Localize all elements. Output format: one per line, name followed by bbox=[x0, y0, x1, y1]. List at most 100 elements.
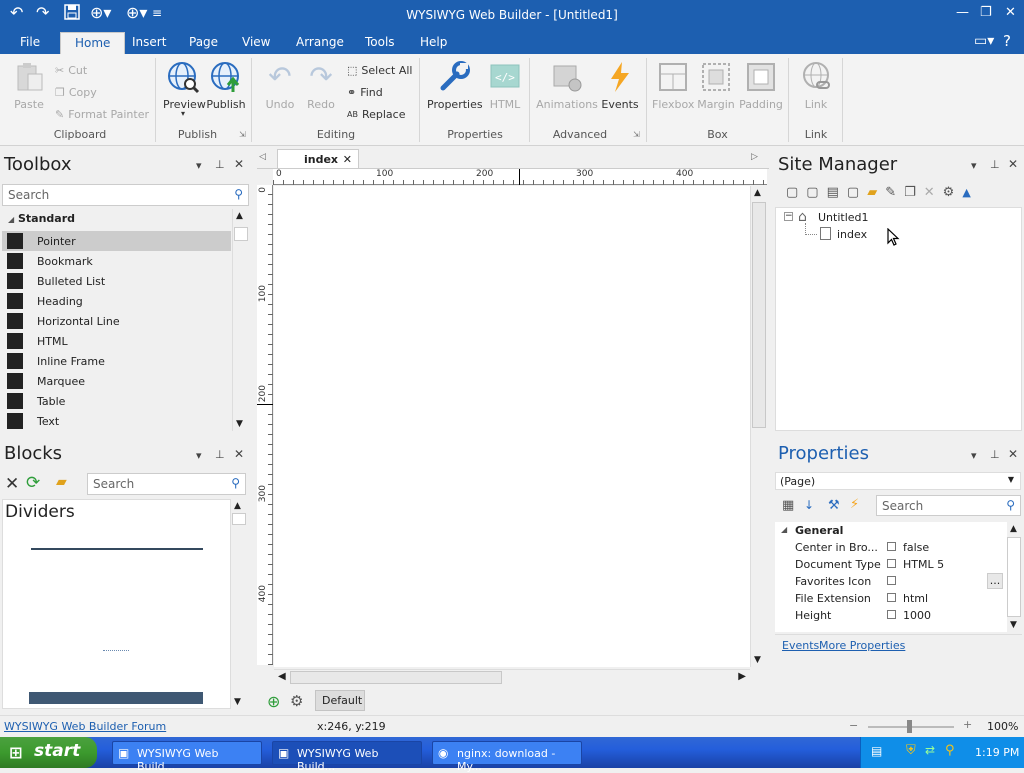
tab-home[interactable]: Home bbox=[60, 32, 126, 54]
delete-page-icon[interactable]: ✕ bbox=[924, 185, 943, 200]
paste-button[interactable]: Paste bbox=[10, 60, 48, 111]
layer-tab-default[interactable]: Default bbox=[315, 690, 365, 711]
scroll-down-icon[interactable]: ▼ bbox=[236, 419, 243, 429]
close-panel-icon[interactable]: ✕ bbox=[1008, 157, 1018, 171]
property-reset-checkbox[interactable] bbox=[887, 593, 896, 602]
network-icon[interactable]: ⇄ bbox=[925, 743, 935, 757]
tree-root[interactable]: Untitled1 bbox=[818, 211, 869, 224]
layer-settings-icon[interactable]: ⚙ bbox=[290, 692, 303, 710]
scroll-down-icon[interactable]: ▼ bbox=[1010, 620, 1017, 630]
property-row[interactable]: Document Type HTML 5 bbox=[795, 556, 1006, 573]
property-row[interactable]: Favorites Icon... bbox=[795, 573, 1006, 590]
scroll-right-icon[interactable]: ▶ bbox=[738, 671, 746, 682]
toolbox-scrollbar[interactable]: ▲ ▼ bbox=[232, 209, 249, 431]
add-layer-icon[interactable]: ⊕ bbox=[267, 692, 280, 711]
toolbox-item[interactable]: Bookmark bbox=[2, 251, 231, 271]
property-reset-checkbox[interactable] bbox=[887, 610, 896, 619]
tab-tools[interactable]: Tools bbox=[365, 35, 395, 49]
flexbox-button[interactable]: Flexbox bbox=[652, 60, 694, 111]
refresh-icon[interactable]: ⟳ bbox=[26, 473, 40, 493]
scroll-up-icon[interactable]: ▲ bbox=[234, 501, 241, 511]
scroll-down-icon[interactable]: ▼ bbox=[234, 697, 241, 707]
divider-block-3[interactable] bbox=[29, 692, 203, 704]
divider-block-2[interactable] bbox=[103, 650, 129, 652]
property-value[interactable]: HTML 5 bbox=[903, 558, 944, 571]
property-reset-checkbox[interactable] bbox=[887, 542, 896, 551]
categorized-icon[interactable]: ▦ bbox=[782, 498, 794, 513]
pin-icon[interactable]: ⊥ bbox=[215, 158, 225, 171]
tab-view[interactable]: View bbox=[242, 35, 270, 49]
property-row[interactable]: Center in Bro... false bbox=[795, 539, 1006, 556]
scroll-up-icon[interactable]: ▲ bbox=[754, 188, 761, 198]
object-selector[interactable]: (Page) ▼ bbox=[775, 472, 1021, 490]
close-panel-icon[interactable]: ✕ bbox=[234, 157, 244, 171]
padding-button[interactable]: Padding bbox=[739, 60, 783, 111]
toolbox-item[interactable]: Pointer bbox=[2, 231, 231, 251]
minimize-icon[interactable]: — bbox=[956, 5, 969, 20]
divider-block-1[interactable] bbox=[31, 548, 203, 550]
rename-icon[interactable]: ✎ bbox=[885, 185, 904, 200]
tab-scroll-right-icon[interactable]: ▷ bbox=[751, 152, 758, 162]
new-page-template-icon[interactable]: ▢ bbox=[806, 185, 826, 200]
events-button[interactable]: Events bbox=[601, 60, 639, 111]
close-panel-icon[interactable]: ✕ bbox=[1008, 447, 1018, 461]
toolbox-item[interactable]: Inline Frame bbox=[2, 351, 231, 371]
pin-icon[interactable]: ⊥ bbox=[990, 448, 1000, 461]
search-icon[interactable]: ⚲ bbox=[231, 476, 240, 490]
zoom-out-icon[interactable]: − bbox=[849, 719, 858, 732]
property-row[interactable]: File Extension html bbox=[795, 590, 1006, 607]
scroll-thumb[interactable] bbox=[752, 202, 766, 428]
property-reset-checkbox[interactable] bbox=[887, 559, 896, 568]
task-wysiwyg-2[interactable]: ▣ WYSIWYG Web Build... bbox=[272, 741, 422, 773]
pin-icon[interactable]: ⊥ bbox=[990, 158, 1000, 171]
tree-collapse-icon[interactable]: − bbox=[784, 212, 793, 221]
properties-scrollbar[interactable]: ▲ ▼ bbox=[1007, 522, 1022, 632]
tab-help[interactable]: Help bbox=[420, 35, 447, 49]
start-button[interactable]: ⊞ start bbox=[0, 737, 97, 768]
toolbox-item[interactable]: Bulleted List bbox=[2, 271, 231, 291]
more-properties-link[interactable]: More Properties bbox=[819, 639, 905, 652]
copy-button[interactable]: ❐ Copy bbox=[55, 83, 97, 101]
tab-page[interactable]: Page bbox=[189, 35, 218, 49]
toolbox-item[interactable]: HTML bbox=[2, 331, 231, 351]
scroll-down-icon[interactable]: ▼ bbox=[754, 655, 761, 665]
undo-button[interactable]: ↶ Undo bbox=[262, 60, 298, 111]
properties-button[interactable]: Properties bbox=[427, 60, 483, 111]
new-page-icon[interactable]: ▢ bbox=[786, 185, 806, 200]
document-tab-index[interactable]: index ✕ bbox=[277, 149, 359, 168]
tab-arrange[interactable]: Arrange bbox=[296, 35, 344, 49]
wrench-icon[interactable]: ⚒ bbox=[828, 498, 840, 513]
scroll-up-icon[interactable]: ▲ bbox=[1010, 524, 1017, 534]
toolbox-item[interactable]: Marquee bbox=[2, 371, 231, 391]
scroll-up-icon[interactable]: ▲ bbox=[236, 211, 243, 221]
dialog-launcher-icon[interactable]: ⇲ bbox=[239, 130, 246, 139]
panel-menu-icon[interactable]: ▾ bbox=[196, 449, 202, 462]
replace-button[interactable]: AB Replace bbox=[347, 105, 405, 123]
scroll-thumb[interactable] bbox=[232, 513, 246, 525]
panel-menu-icon[interactable]: ▾ bbox=[971, 159, 977, 172]
folder-icon[interactable]: ▰ bbox=[56, 474, 67, 490]
find-button[interactable]: ⚭ Find bbox=[347, 83, 383, 101]
task-wysiwyg-1[interactable]: ▣ WYSIWYG Web Build... bbox=[112, 741, 262, 773]
move-up-icon[interactable]: ▲ bbox=[962, 186, 978, 199]
restore-icon[interactable]: ❐ bbox=[980, 5, 992, 20]
property-row[interactable]: Height 1000 bbox=[795, 607, 1006, 624]
events-link[interactable]: Events bbox=[782, 639, 819, 652]
new-folder-icon[interactable]: ▰ bbox=[867, 185, 885, 200]
panel-menu-icon[interactable]: ▾ bbox=[196, 159, 202, 172]
forum-link[interactable]: WYSIWYG Web Builder Forum bbox=[4, 720, 166, 733]
preview-button[interactable]: Preview ▾ bbox=[163, 60, 206, 118]
menu-file[interactable]: File bbox=[20, 35, 40, 49]
duplicate-page-icon[interactable]: ▤ bbox=[827, 185, 847, 200]
events-lightning-icon[interactable]: ⚡ bbox=[850, 497, 859, 512]
editor-horizontal-scrollbar[interactable]: ◀ ▶ bbox=[274, 669, 750, 685]
keyboard-icon[interactable]: ▤ bbox=[871, 744, 882, 758]
animations-button[interactable]: Animations bbox=[536, 60, 598, 111]
sort-az-icon[interactable]: ↓ bbox=[804, 498, 814, 512]
tab-scroll-left-icon[interactable]: ◁ bbox=[259, 152, 266, 162]
tree-page-index[interactable]: index bbox=[837, 228, 867, 241]
dialog-launcher-icon[interactable]: ⇲ bbox=[633, 130, 640, 139]
property-value[interactable]: 1000 bbox=[903, 609, 931, 622]
properties-search-input[interactable]: Search ⚲ bbox=[876, 495, 1021, 516]
task-browser[interactable]: ◉ nginx: download - My... bbox=[432, 741, 582, 773]
